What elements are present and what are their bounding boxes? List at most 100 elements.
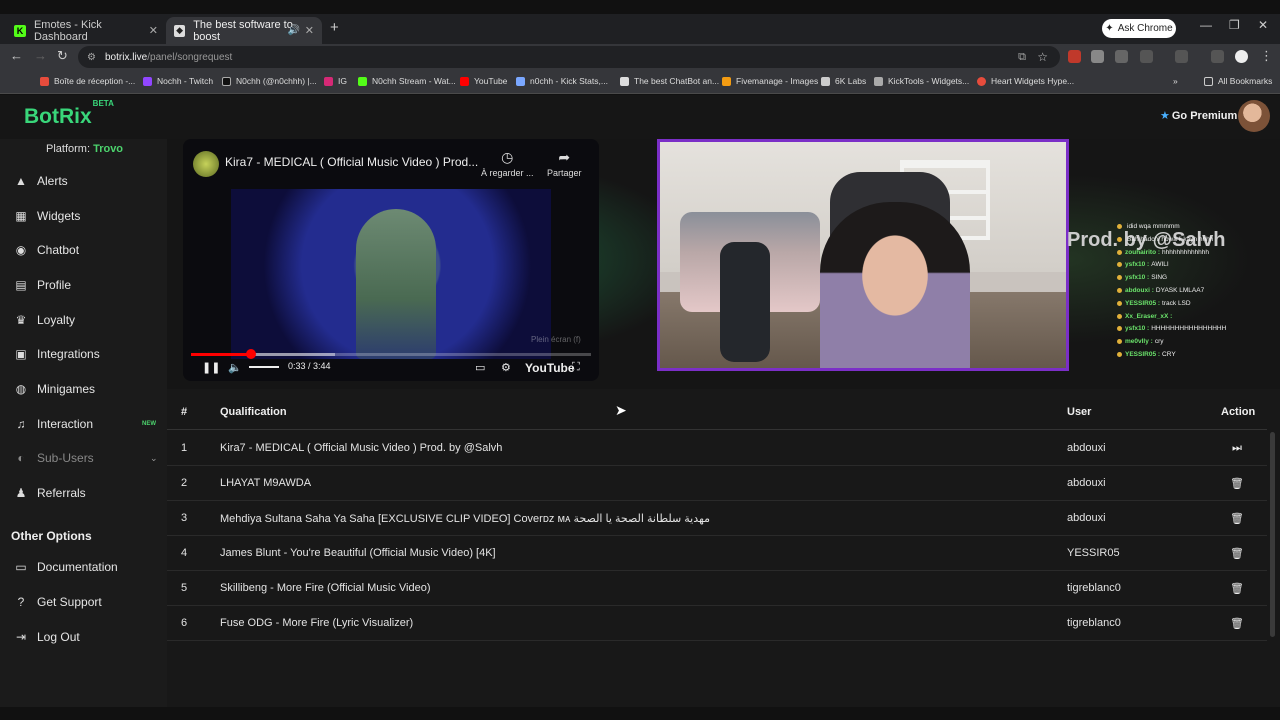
volume-icon[interactable]: 🔈 xyxy=(228,361,242,374)
watch-later-button[interactable]: ◷ À regarder ... xyxy=(481,149,534,178)
avatar[interactable] xyxy=(1238,100,1270,132)
sidebar-item-loyalty[interactable]: ♛ Loyalty xyxy=(14,305,164,335)
forward-icon[interactable]: → xyxy=(34,48,47,63)
address-bar[interactable]: ⚙ botrix.live/panel/songrequest ⧉ ☆ xyxy=(78,46,1060,68)
bookmark-item[interactable]: Boîte de réception -... xyxy=(40,76,135,86)
close-tab-icon[interactable]: ✕ xyxy=(305,24,314,37)
close-tab-icon[interactable]: ✕ xyxy=(149,24,158,37)
bookmark-item[interactable]: n0chh - Kick Stats,... xyxy=(516,76,608,86)
scrollbar[interactable] xyxy=(1270,432,1275,637)
delete-icon[interactable]: 🗑 xyxy=(1230,582,1244,595)
botrix-icon: ◆ xyxy=(174,24,186,37)
extension-icon[interactable] xyxy=(1068,50,1081,63)
profile-icon[interactable] xyxy=(1235,50,1248,63)
sidebar-item-minigames[interactable]: ◍ Minigames xyxy=(14,374,164,404)
mouse-cursor-icon: ➤ xyxy=(615,402,627,418)
volume-slider[interactable] xyxy=(249,366,279,368)
bookmark-label: Heart Widgets Hype... xyxy=(991,76,1075,86)
back-icon[interactable]: ← xyxy=(10,48,23,63)
chat-message: SING xyxy=(1151,274,1168,282)
site-info-icon[interactable]: ⚙ xyxy=(87,52,96,63)
bookmark-item[interactable]: IG xyxy=(324,76,347,86)
video-figure xyxy=(356,209,436,359)
audio-icon[interactable]: 🔊 xyxy=(288,25,300,36)
bookmark-item[interactable]: The best ChatBot an... xyxy=(620,76,719,86)
video-progress-bar[interactable] xyxy=(191,349,591,359)
new-tab-button[interactable]: + xyxy=(330,19,339,36)
menu-icon[interactable]: ⋮ xyxy=(1260,48,1273,64)
bookmark-label: Nochh - Twitch xyxy=(157,76,214,86)
youtube-logo[interactable]: YouTube xyxy=(525,361,575,375)
botrix-logo[interactable]: BotRixBETA xyxy=(24,99,114,129)
downloads-icon[interactable] xyxy=(1211,50,1224,63)
extension-icon[interactable] xyxy=(1091,50,1104,63)
bookmark-item[interactable]: Nochh - Twitch xyxy=(143,76,213,86)
stats-icon xyxy=(516,76,525,86)
maximize-icon[interactable]: ❐ xyxy=(1229,18,1240,32)
bookmark-item[interactable]: N0chh Stream - Wat... xyxy=(358,76,456,86)
tab-botrix[interactable]: ◆ The best software to boost 🔊 ✕ xyxy=(166,17,322,44)
bookmark-item[interactable]: KickTools - Widgets... xyxy=(874,76,969,86)
tab-emotes[interactable]: K Emotes - Kick Dashboard ✕ xyxy=(6,17,166,44)
sidebar-item-documentation[interactable]: ▭ Documentation xyxy=(14,552,164,582)
bookmark-item[interactable]: Fivemanage - Images xyxy=(722,76,818,86)
id-card-icon: ▤ xyxy=(15,278,27,292)
translate-icon[interactable]: ⧉ xyxy=(1018,51,1026,64)
referrals-icon: ♟ xyxy=(15,486,27,500)
table-row: 1 Kira7 - MEDICAL ( Official Music Video … xyxy=(167,431,1267,466)
bookmark-item[interactable]: Heart Widgets Hype... xyxy=(977,76,1074,86)
pause-icon[interactable]: ❚❚ xyxy=(202,361,220,374)
table-row: 6 Fuse ODG - More Fire (Lyric Visualizer)… xyxy=(167,606,1267,641)
close-window-icon[interactable]: ✕ xyxy=(1258,18,1268,32)
chat-username: YESSIR05 : xyxy=(1125,351,1161,358)
sidebar-item-chatbot[interactable]: ◉ Chatbot xyxy=(14,235,164,265)
video-title[interactable]: Kira7 - MEDICAL ( Official Music Video )… xyxy=(225,155,485,169)
table-row: 3 Mehdiya Sultana Saha Ya Saha [EXCLUSIVE… xyxy=(167,501,1267,536)
media-icon[interactable] xyxy=(1175,50,1188,63)
captions-icon[interactable]: ▭ xyxy=(475,361,485,374)
song-title: Kira7 - MEDICAL ( Official Music Video )… xyxy=(220,442,503,454)
media-area: Kira7 - MEDICAL ( Official Music Video )… xyxy=(167,139,1280,389)
chat-badge-icon xyxy=(1117,326,1122,332)
delete-icon[interactable]: 🗑 xyxy=(1230,512,1244,525)
delete-icon[interactable]: 🗑 xyxy=(1230,477,1244,490)
sidebar-item-log-out[interactable]: ⇥ Log Out xyxy=(14,622,164,652)
sidebar-item-profile[interactable]: ▤ Profile xyxy=(14,270,164,300)
chat-username: Xx_Eraser_xX : xyxy=(1125,312,1173,320)
bookmark-item[interactable]: YouTube xyxy=(460,76,507,86)
sidebar-item-alerts[interactable]: ▲ Alerts xyxy=(14,166,164,196)
sidebar-item-label: Referrals xyxy=(37,486,86,500)
robot-icon: ◉ xyxy=(15,243,27,257)
skip-icon[interactable]: ⏭ xyxy=(1231,442,1243,454)
sidebar-item-get-support[interactable]: ? Get Support xyxy=(14,587,164,617)
more-bookmarks-icon[interactable]: » xyxy=(1173,76,1178,86)
extension-icon[interactable] xyxy=(1115,50,1128,63)
scrubber-handle[interactable] xyxy=(246,349,256,359)
sidebar-item-widgets[interactable]: ▦ Widgets xyxy=(14,201,164,231)
sidebar-item-sub-users[interactable]: ◐ Sub-Users ⌄ xyxy=(14,443,164,473)
youtube-player[interactable]: Kira7 - MEDICAL ( Official Music Video )… xyxy=(183,139,599,381)
instagram-icon xyxy=(324,76,333,86)
go-premium-button[interactable]: ★ Go Premium xyxy=(1160,109,1237,122)
reload-icon[interactable]: ↻ xyxy=(57,48,68,64)
delete-icon[interactable]: 🗑 xyxy=(1230,547,1244,560)
bookmark-star-icon[interactable]: ☆ xyxy=(1037,50,1048,64)
settings-gear-icon[interactable]: ⚙ xyxy=(501,361,511,374)
fullscreen-icon[interactable]: ⛶ xyxy=(572,361,580,374)
delete-icon[interactable]: 🗑 xyxy=(1230,617,1244,630)
sidebar-item-referrals[interactable]: ♟ Referrals xyxy=(14,478,164,508)
channel-avatar[interactable] xyxy=(193,151,219,177)
extensions-puzzle-icon[interactable] xyxy=(1140,50,1153,63)
bookmark-item[interactable]: N0chh (@n0chhh) |... xyxy=(222,76,317,86)
sidebar-item-integrations[interactable]: ▣ Integrations xyxy=(14,339,164,369)
all-bookmarks[interactable]: All Bookmarks xyxy=(1204,76,1272,86)
sidebar-item-interaction[interactable]: ♫ Interaction NEW xyxy=(14,409,164,439)
ask-chrome-button[interactable]: ✦ Ask Chrome xyxy=(1102,19,1176,38)
bookmark-item[interactable]: 6K Labs xyxy=(821,76,866,86)
col-action: Action xyxy=(1221,406,1256,418)
row-number: 6 xyxy=(181,617,188,629)
bookmark-label: Boîte de réception -... xyxy=(54,76,136,86)
share-button[interactable]: ➦ Partager xyxy=(547,149,582,178)
minimize-icon[interactable]: — xyxy=(1200,18,1212,32)
song-title: Mehdiya Sultana Saha Ya Saha [EXCLUSIVE … xyxy=(220,513,710,525)
